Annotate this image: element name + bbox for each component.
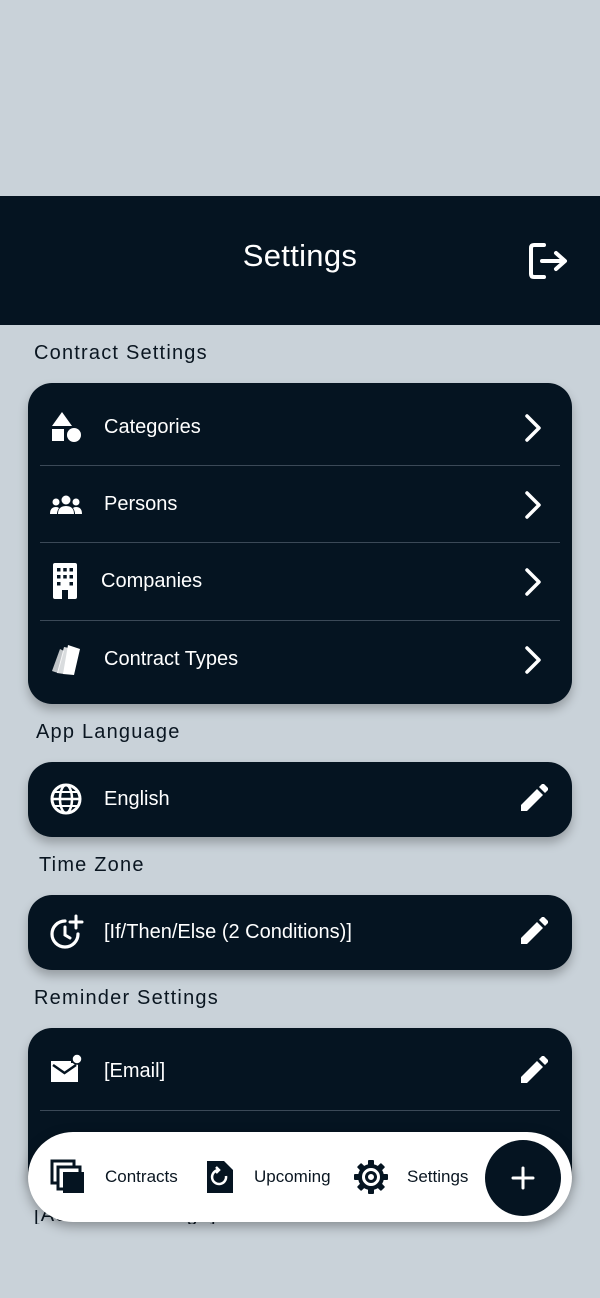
chevron-right-icon bbox=[525, 568, 541, 596]
settings-item-label: Categories bbox=[104, 416, 201, 438]
timezone-card: [If/Then/Else (2 Conditions)] bbox=[28, 895, 572, 970]
section-title-language: App Language bbox=[36, 721, 181, 743]
page-title: Settings bbox=[242, 238, 358, 273]
settings-item-contract-types[interactable]: Contract Types bbox=[28, 621, 572, 698]
shapes-icon bbox=[52, 412, 81, 442]
settings-item-label: Companies bbox=[101, 570, 203, 592]
nav-settings[interactable]: Settings bbox=[353, 1132, 483, 1222]
document-refresh-icon bbox=[207, 1161, 233, 1193]
settings-item-label: Persons bbox=[104, 493, 178, 515]
section-title-contract: Contract Settings bbox=[34, 342, 208, 364]
building-icon bbox=[53, 563, 77, 599]
group-icon bbox=[50, 495, 82, 514]
logout-icon bbox=[529, 243, 567, 279]
settings-item-timezone[interactable]: [If/Then/Else (2 Conditions)] bbox=[28, 895, 572, 970]
globe-icon bbox=[50, 783, 82, 815]
contract-settings-card: Categories Persons Companies Contract Ty… bbox=[28, 383, 572, 704]
section-title-timezone: Time Zone bbox=[39, 854, 145, 876]
divider bbox=[40, 1110, 560, 1111]
chevron-right-icon bbox=[525, 414, 541, 442]
nav-upcoming-label: Upcoming bbox=[254, 1167, 331, 1186]
logout-button[interactable] bbox=[528, 241, 570, 281]
chevron-right-icon bbox=[525, 491, 541, 519]
language-value: English bbox=[104, 788, 170, 810]
plus-icon bbox=[511, 1166, 535, 1190]
section-title-reminder: Reminder Settings bbox=[34, 987, 219, 1009]
nav-contracts-label: Contracts bbox=[105, 1167, 178, 1186]
settings-item-label: Contract Types bbox=[104, 648, 239, 670]
copy-documents-icon bbox=[50, 1159, 84, 1193]
timezone-value: [If/Then/Else (2 Conditions)] bbox=[104, 921, 352, 943]
nav-upcoming[interactable]: Upcoming bbox=[200, 1132, 350, 1222]
gear-icon bbox=[354, 1160, 388, 1194]
edit-pencil-icon[interactable] bbox=[518, 784, 548, 814]
edit-pencil-icon[interactable] bbox=[518, 917, 548, 947]
settings-item-persons[interactable]: Persons bbox=[28, 466, 572, 543]
chevron-right-icon bbox=[525, 646, 541, 674]
swatches-icon bbox=[52, 645, 80, 675]
settings-item-email[interactable]: [Email] bbox=[28, 1033, 572, 1108]
bottom-navigation: Contracts Upcoming Settings bbox=[28, 1132, 572, 1222]
clock-plus-icon bbox=[50, 914, 84, 949]
settings-item-companies[interactable]: Companies bbox=[28, 543, 572, 620]
edit-pencil-icon[interactable] bbox=[518, 1056, 548, 1086]
language-card: English bbox=[28, 762, 572, 837]
nav-contracts[interactable]: Contracts bbox=[48, 1132, 198, 1222]
settings-item-categories[interactable]: Categories bbox=[28, 389, 572, 466]
mail-notification-icon bbox=[51, 1053, 83, 1082]
add-button[interactable] bbox=[485, 1140, 561, 1216]
email-label: [Email] bbox=[104, 1060, 166, 1082]
settings-item-language[interactable]: English bbox=[28, 762, 572, 837]
nav-settings-label: Settings bbox=[407, 1167, 469, 1186]
